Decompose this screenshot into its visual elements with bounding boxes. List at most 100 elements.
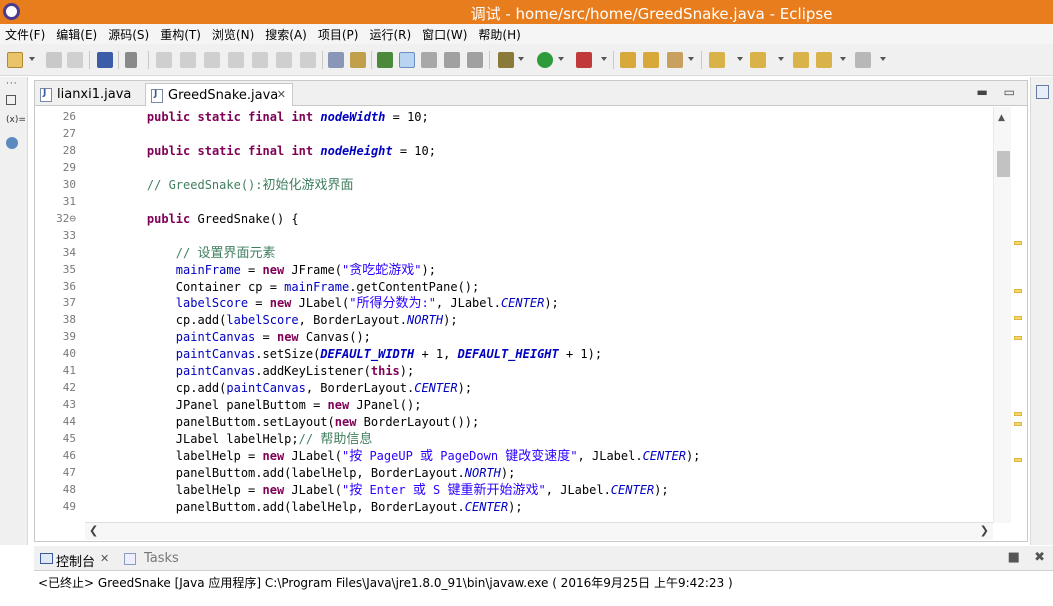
scroll-up-icon[interactable]: ▲ bbox=[998, 113, 1005, 123]
annotation-marker[interactable] bbox=[1014, 241, 1022, 245]
next-annotation-dropdown-icon[interactable] bbox=[737, 57, 743, 61]
show-whitespace-icon[interactable] bbox=[444, 52, 460, 68]
code-line[interactable]: paintCanvas = new Canvas(); bbox=[118, 329, 371, 346]
code-line[interactable]: Container cp = mainFrame.getContentPane(… bbox=[118, 279, 479, 296]
open-type-icon[interactable] bbox=[620, 52, 636, 68]
code-line[interactable]: panelButtom.setLayout(new BorderLayout()… bbox=[118, 414, 479, 431]
run-dropdown-icon[interactable] bbox=[558, 57, 564, 61]
menu-file[interactable]: 文件(F) bbox=[0, 24, 45, 43]
step-over-icon[interactable] bbox=[276, 52, 292, 68]
menu-edit[interactable]: 编辑(E) bbox=[51, 24, 97, 43]
maximize-icon[interactable]: ▭ bbox=[1004, 85, 1015, 99]
menu-window[interactable]: 窗口(W) bbox=[417, 24, 467, 43]
editor-area: lianxi1.java GreedSnake.java ✕ ▬ ▭ 26 pu… bbox=[34, 80, 1028, 542]
scroll-left-icon[interactable]: ❮ bbox=[89, 524, 98, 537]
scrollbar-thumb[interactable] bbox=[997, 151, 1010, 177]
external-tools-icon[interactable] bbox=[576, 52, 592, 68]
save-all-icon[interactable] bbox=[67, 52, 83, 68]
line-number: 30 bbox=[62, 177, 76, 191]
code-line[interactable]: panelButtom.add(labelHelp, BorderLayout.… bbox=[118, 499, 523, 514]
annotation-marker[interactable] bbox=[1014, 412, 1022, 416]
save-icon[interactable] bbox=[46, 52, 62, 68]
search-icon[interactable] bbox=[667, 52, 683, 68]
menu-navigate[interactable]: 浏览(N) bbox=[207, 24, 254, 43]
skip-breakpoints-icon[interactable] bbox=[125, 52, 137, 68]
tab-tasks[interactable]: Tasks bbox=[144, 551, 179, 566]
menu-refactor[interactable]: 重构(T) bbox=[155, 24, 201, 43]
minimize-icon[interactable]: ▬ bbox=[976, 85, 987, 99]
code-line[interactable]: public GreedSnake() { bbox=[118, 211, 299, 228]
code-line[interactable]: JLabel labelHelp;// 帮助信息 bbox=[118, 431, 373, 449]
remove-launch-icon[interactable]: ✖ bbox=[1034, 550, 1045, 565]
code-line[interactable]: paintCanvas.setSize(DEFAULT_WIDTH + 1, D… bbox=[118, 346, 602, 363]
back-dropdown-icon[interactable] bbox=[840, 57, 846, 61]
annotation-marker[interactable] bbox=[1014, 422, 1022, 426]
new-icon[interactable] bbox=[7, 52, 23, 68]
code-line[interactable]: // 设置界面元素 bbox=[118, 245, 276, 263]
scroll-right-icon[interactable]: ❯ bbox=[980, 524, 989, 537]
print-icon[interactable] bbox=[97, 52, 113, 68]
resume-icon[interactable] bbox=[156, 52, 172, 68]
previous-annotation-icon[interactable] bbox=[750, 52, 766, 68]
drop-to-frame-icon[interactable] bbox=[328, 52, 344, 68]
annotation-marker[interactable] bbox=[1014, 458, 1022, 462]
code-line[interactable]: mainFrame = new JFrame("贪吃蛇游戏"); bbox=[118, 262, 436, 280]
code-line[interactable]: public static final int nodeWidth = 10; bbox=[118, 109, 429, 126]
forward-dropdown-icon[interactable] bbox=[880, 57, 886, 61]
open-task-icon[interactable] bbox=[643, 52, 659, 68]
search-dropdown-icon[interactable] bbox=[688, 57, 694, 61]
close-console-icon[interactable]: ✕ bbox=[100, 552, 109, 565]
code-line[interactable]: paintCanvas.addKeyListener(this); bbox=[118, 363, 414, 380]
code-line[interactable]: labelScore = new JLabel("所得分数为:", JLabel… bbox=[118, 295, 559, 313]
tab-console[interactable]: 控制台 bbox=[56, 551, 95, 570]
drag-handle-icon[interactable]: ··· bbox=[6, 79, 20, 91]
tab-lianxi1[interactable]: lianxi1.java bbox=[35, 83, 143, 106]
horizontal-scrollbar[interactable]: ❮ ❯ bbox=[85, 522, 993, 540]
code-editor[interactable]: 26 public static final int nodeWidth = 1… bbox=[36, 109, 994, 514]
outline-icon[interactable] bbox=[1036, 85, 1049, 99]
menu-project[interactable]: 项目(P) bbox=[313, 24, 359, 43]
code-line[interactable]: panelButtom.add(labelHelp, BorderLayout.… bbox=[118, 465, 516, 482]
terminate-console-icon[interactable]: ■ bbox=[1008, 550, 1020, 565]
vertical-scrollbar[interactable]: ▲ bbox=[993, 107, 1011, 523]
annotation-marker[interactable] bbox=[1014, 289, 1022, 293]
run-last-tool-icon[interactable] bbox=[377, 52, 393, 68]
back-icon[interactable] bbox=[816, 52, 832, 68]
code-line[interactable]: labelHelp = new JLabel("按 Enter 或 S 键重新开… bbox=[118, 482, 669, 500]
code-line[interactable]: public static final int nodeHeight = 10; bbox=[118, 143, 436, 160]
use-step-filters-icon[interactable] bbox=[350, 52, 366, 68]
breakpoints-icon[interactable] bbox=[6, 137, 18, 149]
code-line[interactable]: // GreedSnake():初始化游戏界面 bbox=[118, 177, 354, 195]
menu-search[interactable]: 搜索(A) bbox=[260, 24, 307, 43]
step-return-icon[interactable] bbox=[300, 52, 316, 68]
terminate-icon[interactable] bbox=[204, 52, 220, 68]
previous-annotation-dropdown-icon[interactable] bbox=[778, 57, 784, 61]
forward-icon[interactable] bbox=[855, 52, 871, 68]
new-dropdown-icon[interactable] bbox=[29, 57, 35, 61]
debug-icon[interactable] bbox=[498, 52, 514, 68]
menu-run[interactable]: 运行(R) bbox=[364, 24, 411, 43]
external-tools-dropdown-icon[interactable] bbox=[601, 57, 607, 61]
code-line[interactable]: JPanel panelButtom = new JPanel(); bbox=[118, 397, 422, 414]
tab-greedsnake[interactable]: GreedSnake.java ✕ bbox=[145, 83, 293, 106]
step-into-icon[interactable] bbox=[252, 52, 268, 68]
suspend-icon[interactable] bbox=[180, 52, 196, 68]
restore-icon[interactable] bbox=[6, 95, 16, 105]
toggle-mark-occurrences-icon[interactable] bbox=[399, 52, 415, 68]
toggle-block-selection-icon[interactable] bbox=[421, 52, 437, 68]
disconnect-icon[interactable] bbox=[228, 52, 244, 68]
menu-source[interactable]: 源码(S) bbox=[103, 24, 149, 43]
annotation-marker[interactable] bbox=[1014, 316, 1022, 320]
variables-icon[interactable]: (x)= bbox=[6, 115, 26, 127]
code-line[interactable]: cp.add(paintCanvas, BorderLayout.CENTER)… bbox=[118, 380, 472, 397]
annotation-marker[interactable] bbox=[1014, 336, 1022, 340]
code-line[interactable]: cp.add(labelScore, BorderLayout.NORTH); bbox=[118, 312, 458, 329]
show-paragraph-icon[interactable] bbox=[467, 52, 483, 68]
next-annotation-icon[interactable] bbox=[709, 52, 725, 68]
debug-dropdown-icon[interactable] bbox=[518, 57, 524, 61]
code-line[interactable]: labelHelp = new JLabel("按 PageUP 或 PageD… bbox=[118, 448, 701, 466]
run-icon[interactable] bbox=[537, 52, 553, 68]
close-tab-icon[interactable]: ✕ bbox=[277, 88, 286, 101]
last-edit-location-icon[interactable] bbox=[793, 52, 809, 68]
menu-help[interactable]: 帮助(H) bbox=[473, 24, 520, 43]
